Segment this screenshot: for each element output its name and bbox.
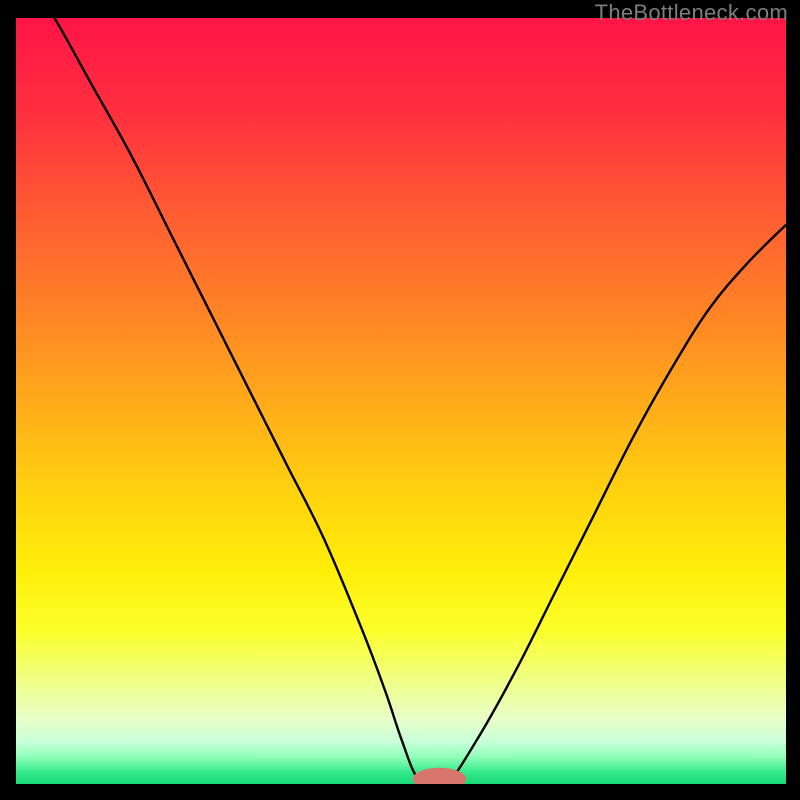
bottleneck-chart [16,18,786,784]
chart-frame [16,18,786,784]
plot-area [16,18,786,784]
watermark-text: TheBottleneck.com [595,0,788,26]
gradient-background [16,18,786,784]
